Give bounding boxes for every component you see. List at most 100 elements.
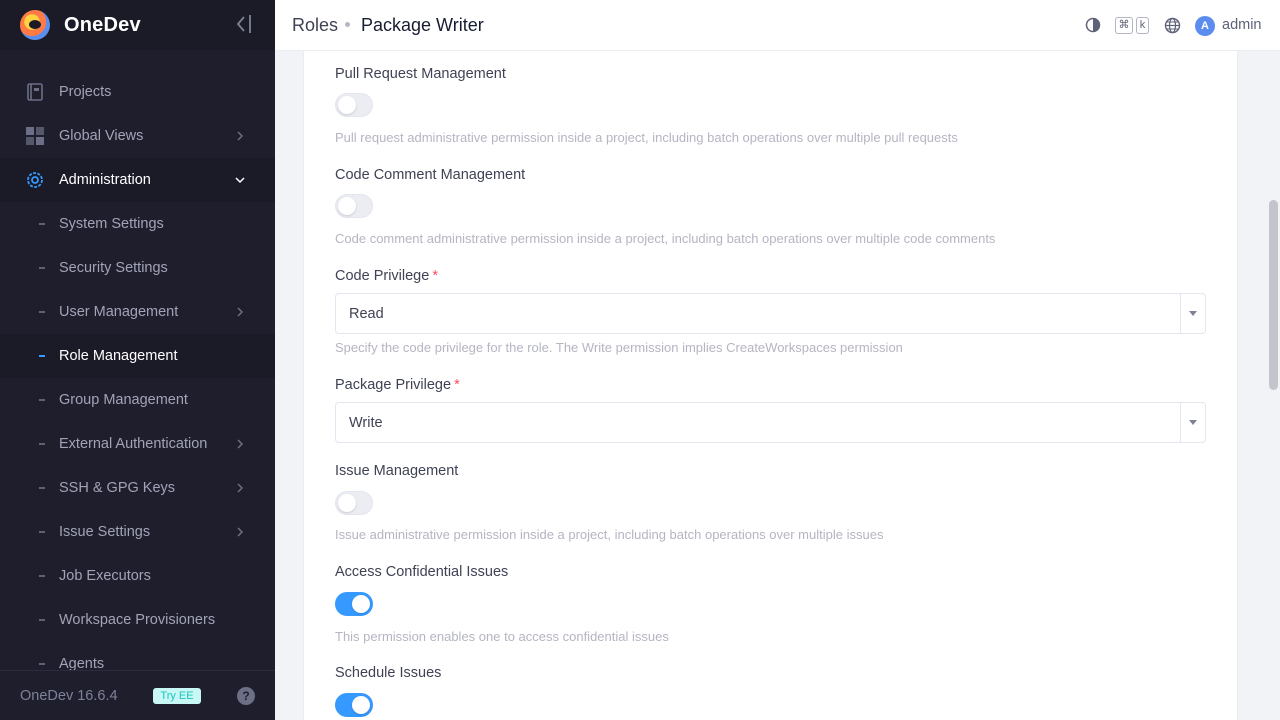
sidebar-item-external-authentication[interactable]: External Authentication bbox=[0, 422, 275, 466]
caret-down-icon bbox=[1189, 420, 1197, 425]
sidebar-item-user-management[interactable]: User Management bbox=[0, 290, 275, 334]
field-label: Pull Request Management bbox=[335, 66, 506, 82]
app-name: OneDev bbox=[64, 13, 141, 36]
field-label-row: Code Privilege * bbox=[335, 268, 1206, 288]
sidebar-footer: OneDev 16.6.4 Try EE ? bbox=[0, 670, 275, 720]
sidebar: OneDev Projects Global Views Administrat… bbox=[0, 0, 275, 720]
sidebar-item-label: Issue Settings bbox=[59, 524, 151, 540]
chevron-right-icon bbox=[237, 131, 244, 141]
sidebar-item-label: Workspace Provisioners bbox=[59, 612, 216, 628]
sidebar-item-ssh-gpg-keys[interactable]: SSH & GPG Keys bbox=[0, 466, 275, 510]
theme-toggle-icon[interactable] bbox=[1085, 17, 1101, 33]
k-key-icon[interactable]: k bbox=[1136, 17, 1149, 34]
package-privilege-select[interactable]: Write bbox=[335, 402, 1206, 443]
breadcrumb-roles-link[interactable]: Roles bbox=[292, 15, 338, 36]
bullet-dash bbox=[39, 311, 45, 313]
access-confidential-issues-toggle[interactable] bbox=[335, 592, 373, 616]
sidebar-item-issue-settings[interactable]: Issue Settings bbox=[0, 510, 275, 554]
bullet-dash bbox=[39, 223, 45, 225]
pull-request-management-field: Pull Request Management bbox=[335, 66, 1206, 86]
sidebar-item-label: Job Executors bbox=[59, 568, 151, 584]
field-label: Code Privilege bbox=[335, 268, 430, 284]
sidebar-item-label: Group Management bbox=[59, 392, 188, 408]
sidebar-item-role-management[interactable]: Role Management bbox=[0, 334, 275, 378]
bullet-dash bbox=[39, 663, 45, 665]
field-help: Issue administrative permission inside a… bbox=[335, 527, 884, 542]
chevron-down-icon bbox=[235, 177, 245, 184]
sidebar-item-system-settings[interactable]: System Settings bbox=[0, 202, 275, 246]
avatar[interactable]: A bbox=[1195, 16, 1215, 36]
field-label: Code Comment Management bbox=[335, 167, 526, 183]
field-label: Schedule Issues bbox=[335, 665, 442, 681]
page-title: Package Writer bbox=[361, 15, 484, 35]
bullet-dash bbox=[39, 619, 45, 621]
field-help: Specify the code privilege for the role.… bbox=[335, 340, 903, 355]
select-divider bbox=[1180, 294, 1181, 333]
code-comment-management-field: Code Comment Management bbox=[335, 167, 1206, 187]
sidebar-item-label: Security Settings bbox=[59, 260, 168, 276]
chevron-right-icon bbox=[237, 527, 244, 537]
schedule-issues-toggle[interactable] bbox=[335, 693, 373, 717]
required-marker: * bbox=[432, 268, 438, 284]
breadcrumb-separator bbox=[345, 22, 350, 27]
help-icon[interactable]: ? bbox=[237, 687, 255, 705]
bullet-dash bbox=[39, 575, 45, 577]
bullet-dash bbox=[39, 399, 45, 401]
gear-icon bbox=[27, 172, 43, 188]
scrollbar-thumb[interactable] bbox=[1269, 200, 1278, 390]
sidebar-item-global-views[interactable]: Global Views bbox=[0, 114, 275, 158]
sidebar-item-security-settings[interactable]: Security Settings bbox=[0, 246, 275, 290]
bullet-dash bbox=[39, 443, 45, 445]
issue-management-field: Issue Management bbox=[335, 463, 1206, 483]
sidebar-item-job-executors[interactable]: Job Executors bbox=[0, 554, 275, 598]
select-value: Write bbox=[349, 415, 383, 431]
code-privilege-select[interactable]: Read bbox=[335, 293, 1206, 334]
chevron-right-icon bbox=[237, 307, 244, 317]
grid-icon bbox=[26, 127, 44, 145]
bullet-dash bbox=[39, 531, 45, 533]
field-label: Access Confidential Issues bbox=[335, 564, 509, 580]
issue-management-toggle[interactable] bbox=[335, 491, 373, 515]
role-form-card: Pull Request Management Pull request adm… bbox=[303, 51, 1238, 720]
projects-icon bbox=[27, 83, 43, 101]
sidebar-item-label: System Settings bbox=[59, 216, 164, 232]
sidebar-item-label: Role Management bbox=[59, 348, 178, 364]
field-label: Package Privilege bbox=[335, 377, 452, 393]
onedev-logo-icon bbox=[20, 10, 50, 40]
sidebar-item-workspace-provisioners[interactable]: Workspace Provisioners bbox=[0, 598, 275, 642]
sidebar-item-group-management[interactable]: Group Management bbox=[0, 378, 275, 422]
command-key-icon[interactable]: ⌘ bbox=[1115, 17, 1133, 34]
field-label-row: Package Privilege * bbox=[335, 377, 1206, 397]
version-label: OneDev 16.6.4 bbox=[20, 687, 118, 704]
select-value: Read bbox=[349, 306, 384, 322]
sidebar-menu: Projects Global Views Administration Sys… bbox=[0, 70, 275, 686]
bullet-dash bbox=[39, 267, 45, 269]
bullet-dash bbox=[39, 487, 45, 489]
field-help: Code comment administrative permission i… bbox=[335, 231, 996, 246]
caret-down-icon bbox=[1189, 311, 1197, 316]
select-divider bbox=[1180, 403, 1181, 442]
sidebar-item-administration[interactable]: Administration bbox=[0, 158, 275, 202]
sidebar-item-label: External Authentication bbox=[59, 436, 208, 452]
main-content: Pull Request Management Pull request adm… bbox=[275, 51, 1268, 720]
sidebar-item-projects[interactable]: Projects bbox=[0, 70, 275, 114]
sidebar-item-label: Administration bbox=[59, 172, 151, 188]
sidebar-item-label: Projects bbox=[59, 84, 112, 100]
collapse-sidebar-icon[interactable] bbox=[232, 12, 256, 36]
try-ee-button[interactable]: Try EE bbox=[153, 688, 201, 704]
field-help: This permission enables one to access co… bbox=[335, 629, 669, 644]
globe-icon[interactable] bbox=[1164, 17, 1181, 34]
schedule-issues-field: Schedule Issues bbox=[335, 665, 1206, 685]
sidebar-item-label: Global Views bbox=[59, 128, 144, 144]
sidebar-item-label: SSH & GPG Keys bbox=[59, 480, 176, 496]
pull-request-management-toggle[interactable] bbox=[335, 93, 373, 117]
code-comment-management-toggle[interactable] bbox=[335, 194, 373, 218]
access-confidential-issues-field: Access Confidential Issues bbox=[335, 564, 1206, 584]
bullet-dash bbox=[39, 355, 45, 357]
code-privilege-field: Code Privilege * bbox=[335, 268, 1206, 288]
sidebar-item-label: User Management bbox=[59, 304, 179, 320]
required-marker: * bbox=[454, 377, 460, 393]
package-privilege-field: Package Privilege * bbox=[335, 377, 1206, 397]
chevron-right-icon bbox=[237, 483, 244, 493]
user-name[interactable]: admin bbox=[1222, 17, 1262, 33]
